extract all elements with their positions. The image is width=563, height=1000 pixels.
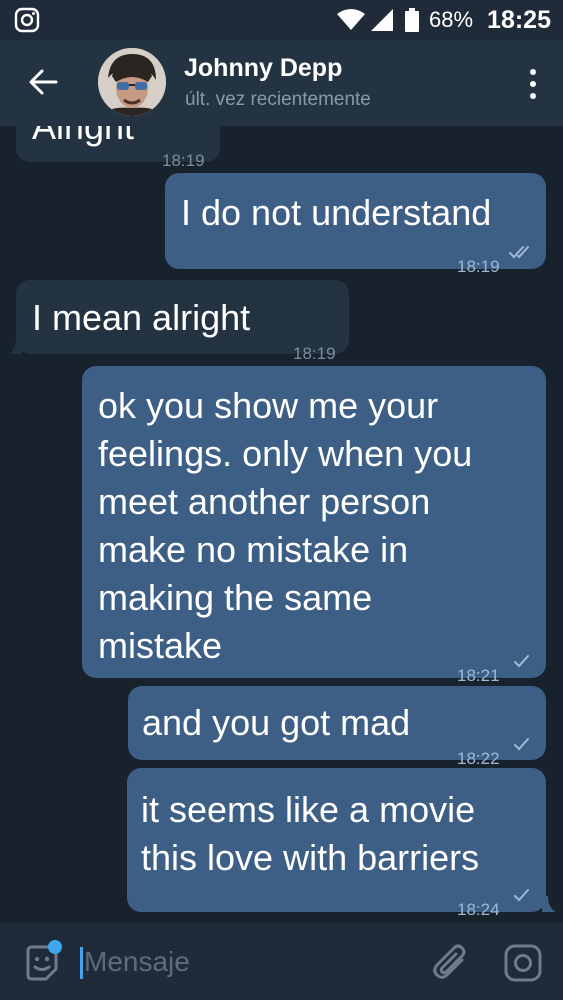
double-check-icon	[509, 246, 529, 259]
status-bar: 68% 18:25	[0, 0, 563, 40]
avatar[interactable]	[98, 48, 166, 116]
contact-status: últ. vez recientemente	[185, 89, 371, 110]
check-icon	[514, 889, 529, 902]
message-text-block: it seems like a movie this love with bar…	[141, 786, 479, 882]
back-arrow-icon[interactable]	[26, 65, 60, 99]
message-time: 18:24	[457, 900, 500, 919]
check-icon	[514, 655, 529, 668]
message-text: and you got mad	[142, 702, 411, 743]
message-outgoing[interactable]: it seems like a movie this love with bar…	[127, 768, 546, 919]
message-incoming[interactable]: I mean alright 18:19	[16, 280, 349, 363]
message-line: ok you show me your	[98, 385, 439, 426]
battery-icon	[405, 8, 419, 32]
message-line: mistake	[98, 625, 223, 666]
message-text: I mean alright	[32, 297, 251, 338]
more-vertical-icon[interactable]	[527, 64, 539, 104]
message-input-bar	[0, 923, 563, 1000]
message-list[interactable]: Alright 18:19 I do not understand 18:19 …	[0, 126, 563, 923]
bubble-tail	[8, 338, 22, 354]
battery-percent: 68%	[429, 7, 474, 32]
message-line: make no mistake in	[98, 529, 409, 570]
message-outgoing[interactable]: I do not understand 18:19	[165, 173, 546, 276]
message-line: meet another person	[98, 481, 431, 522]
camera-icon[interactable]	[503, 943, 543, 983]
message-outgoing[interactable]: and you got mad 18:22	[128, 686, 546, 768]
message-line: it seems like a movie	[141, 789, 476, 830]
signal-icon	[371, 9, 393, 31]
message-text: I do not understand	[181, 192, 492, 233]
chat-header: Johnny Depp últ. vez recientemente	[0, 40, 563, 126]
message-line: making the same	[98, 577, 373, 618]
message-time: 18:19	[457, 257, 500, 276]
avatar-photo	[98, 48, 166, 116]
wifi-icon	[337, 9, 365, 30]
message-outgoing[interactable]: ok you show me your feelings. only when …	[82, 366, 546, 685]
bubble-tail	[542, 896, 556, 912]
contact-name[interactable]: Johnny Depp	[184, 54, 342, 83]
message-line: this love with barriers	[141, 837, 480, 878]
message-input[interactable]	[84, 941, 384, 983]
notification-dot	[48, 940, 62, 954]
message-text-block: ok you show me your feelings. only when …	[98, 382, 472, 670]
message-line: feelings. only when you	[98, 433, 473, 474]
paperclip-icon[interactable]	[432, 942, 468, 982]
instagram-icon	[14, 7, 40, 33]
status-time: 18:25	[487, 5, 551, 34]
message-incoming[interactable]: Alright 18:19	[16, 126, 220, 170]
message-text: Alright	[32, 126, 135, 147]
check-icon	[514, 738, 529, 751]
text-cursor	[80, 947, 83, 979]
